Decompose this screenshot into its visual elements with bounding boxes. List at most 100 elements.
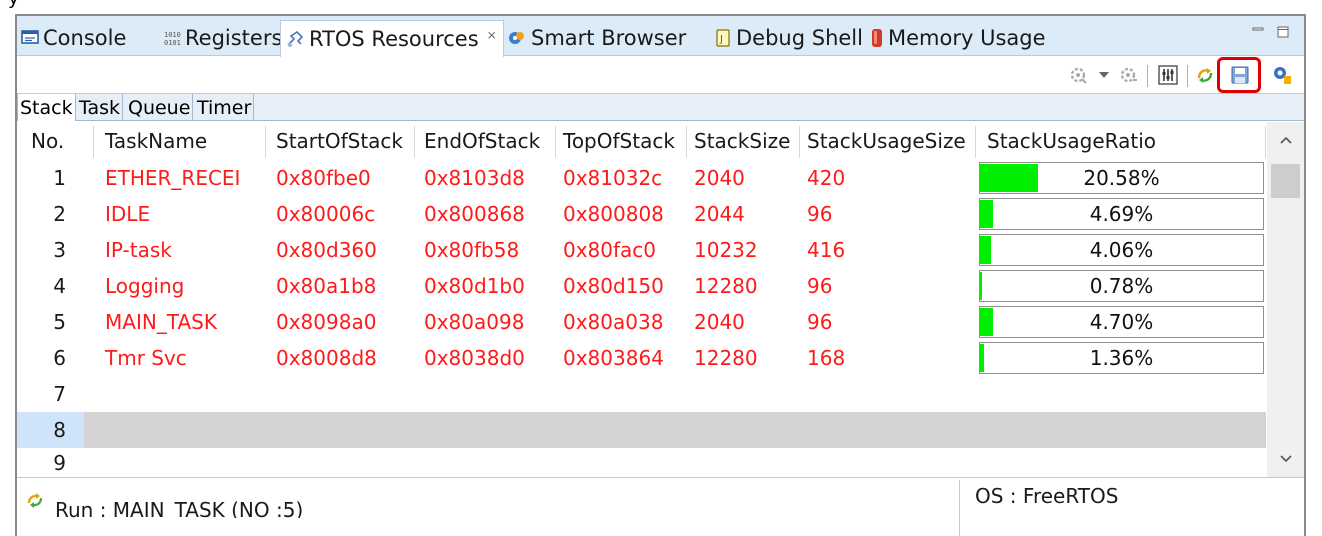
table-header: No. TaskName StartOfStack EndOfStack Top… (31, 122, 1266, 160)
cell-endofstack: 0x80d1b0 (424, 274, 525, 298)
columns-config-icon[interactable] (1155, 61, 1181, 89)
cell-startofstack: 0x80fbe0 (276, 166, 371, 190)
cell-stacksize: 10232 (694, 238, 758, 262)
column-header-endofstack[interactable]: EndOfStack (424, 122, 540, 160)
cell-startofstack: 0x8098a0 (276, 310, 377, 334)
table-row[interactable]: 1 ETHER_RECEI 0x80fbe0 0x8103d8 0x81032c… (31, 160, 1266, 196)
cell-startofstack: 0x80a1b8 (276, 274, 377, 298)
cell-taskname: Logging (105, 274, 185, 298)
table-row[interactable]: 4 Logging 0x80a1b8 0x80d1b0 0x80d150 122… (31, 268, 1266, 304)
tab-registers[interactable]: 1010 0101 Registers (163, 20, 282, 56)
cell-stackusagesize: 96 (807, 310, 833, 334)
cell-endofstack: 0x80a098 (424, 310, 525, 334)
usage-ratio-bar: 20.58% (979, 162, 1264, 194)
cell-topofstack: 0x800808 (563, 202, 664, 226)
registers-icon: 1010 0101 (163, 29, 181, 47)
usage-ratio-bar: 4.69% (979, 198, 1264, 230)
column-header-taskname[interactable]: TaskName (105, 122, 207, 160)
tab-memory-usage-label: Memory Usage (888, 26, 1046, 50)
subtab-task[interactable]: Task (77, 94, 124, 121)
table-row[interactable]: 2 IDLE 0x80006c 0x800868 0x800808 2044 9… (31, 196, 1266, 232)
column-header-startofstack[interactable]: StartOfStack (276, 122, 403, 160)
cell-no: 3 (53, 238, 66, 262)
cell-no: 2 (53, 202, 66, 226)
view-toolbar (17, 57, 1304, 93)
cell-stacksize: 12280 (694, 274, 758, 298)
chevron-down-icon[interactable] (1095, 61, 1113, 89)
toolbar-separator (1147, 65, 1148, 87)
cell-no: 4 (53, 274, 66, 298)
table-row[interactable]: 3 IP-task 0x80d360 0x80fb58 0x80fac0 102… (31, 232, 1266, 268)
tab-rtos-resources[interactable]: RTOS Resources ⨯ (280, 20, 504, 57)
column-header-stackusagesize[interactable]: StackUsageSize (807, 122, 966, 160)
status-separator (959, 480, 960, 536)
cell-endofstack: 0x80fb58 (424, 238, 520, 262)
cell-startofstack: 0x80d360 (276, 238, 377, 262)
column-separator (686, 126, 687, 158)
subtab-queue[interactable]: Queue (126, 94, 194, 121)
table-row[interactable]: 7 (31, 376, 1266, 412)
refresh-icon[interactable] (1193, 61, 1217, 89)
column-separator (975, 126, 976, 158)
usage-ratio-bar: 0.78% (979, 270, 1264, 302)
resource-subtabs: Stack Task Queue Timer (17, 93, 1304, 121)
filter-gear-icon[interactable] (1067, 61, 1091, 89)
tab-memory-usage[interactable]: Memory Usage (870, 20, 1046, 56)
table-row-selected[interactable]: 8 (17, 412, 1266, 448)
tab-debug-shell[interactable]: J Debug Shell (714, 20, 863, 56)
toolbar-separator (1187, 65, 1188, 87)
column-header-stackusageratio[interactable]: StackUsageRatio (987, 122, 1156, 160)
cell-topofstack: 0x81032c (563, 166, 663, 190)
memory-usage-icon (870, 28, 884, 48)
cell-stackusagesize: 96 (807, 202, 833, 226)
gear-settings-icon[interactable] (1117, 61, 1141, 89)
usage-ratio-text: 0.78% (1089, 274, 1154, 298)
subtab-timer[interactable]: Timer (195, 94, 255, 121)
scroll-down-icon[interactable] (1267, 441, 1304, 477)
subtab-stack[interactable]: Stack (17, 94, 76, 121)
usage-ratio-text: 20.58% (1083, 166, 1160, 190)
cell-stacksize: 12280 (694, 346, 758, 370)
smart-browser-icon (507, 28, 527, 48)
table-row[interactable]: 6 Tmr Svc 0x8008d8 0x8038d0 0x803864 122… (31, 340, 1266, 376)
cell-stackusagesize: 416 (807, 238, 846, 262)
svg-text:1010: 1010 (164, 31, 181, 39)
run-status-text: Run : MAIN_TASK (NO :5) (55, 498, 304, 518)
column-separator (414, 126, 415, 158)
run-status: Run : MAIN_TASK (NO :5) (25, 490, 303, 518)
column-separator (799, 126, 800, 158)
cell-stacksize: 2044 (694, 202, 745, 226)
column-separator (555, 126, 556, 158)
table-row[interactable]: 5 MAIN_TASK 0x8098a0 0x80a098 0x80a038 2… (31, 304, 1266, 340)
column-header-no[interactable]: No. (31, 122, 64, 160)
tab-console[interactable]: Console (21, 20, 126, 56)
help-icon[interactable] (1269, 61, 1295, 89)
column-header-topofstack[interactable]: TopOfStack (563, 122, 675, 160)
cell-stackusagesize: 420 (807, 166, 846, 190)
scrollbar-thumb[interactable] (1271, 164, 1300, 198)
cell-no: 7 (53, 382, 66, 406)
cell-topofstack: 0x80d150 (563, 274, 664, 298)
column-header-stacksize[interactable]: StackSize (694, 122, 790, 160)
column-separator (265, 126, 266, 158)
table-row[interactable]: 9 (31, 448, 1266, 477)
vertical-scrollbar[interactable] (1267, 122, 1304, 477)
minimize-icon[interactable] (1248, 22, 1268, 42)
run-icon (25, 490, 45, 515)
scroll-up-icon[interactable] (1267, 122, 1304, 158)
tab-smart-browser-label: Smart Browser (531, 26, 687, 50)
tab-rtos-resources-label: RTOS Resources (309, 27, 479, 51)
close-tab-icon[interactable]: ⨯ (487, 28, 497, 42)
cell-stacksize: 2040 (694, 166, 745, 190)
cell-stackusagesize: 168 (807, 346, 846, 370)
tab-smart-browser[interactable]: Smart Browser (507, 20, 686, 56)
column-separator (93, 126, 94, 158)
cell-endofstack: 0x8103d8 (424, 166, 525, 190)
usage-ratio-bar: 4.06% (979, 234, 1264, 266)
rtos-view: Console 1010 0101 Registers RTOS Resource… (15, 14, 1306, 536)
cell-stackusagesize: 96 (807, 274, 833, 298)
maximize-icon[interactable] (1273, 22, 1293, 42)
tab-registers-label: Registers (185, 26, 283, 50)
cell-no: 1 (53, 166, 66, 190)
tab-console-label: Console (43, 26, 127, 50)
